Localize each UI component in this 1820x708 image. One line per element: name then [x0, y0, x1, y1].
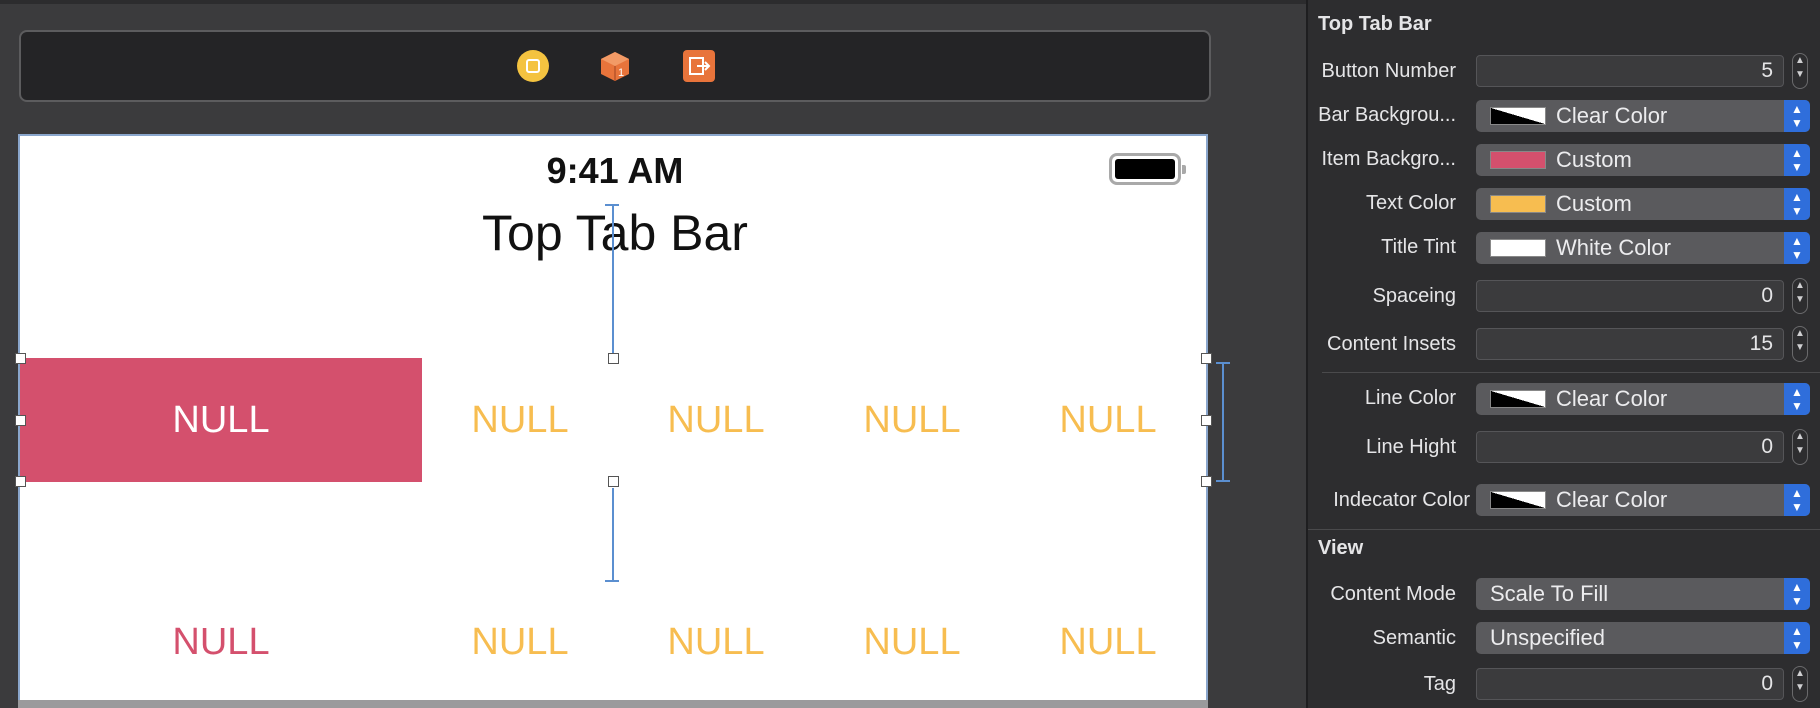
clear-color-swatch-icon [1490, 390, 1546, 408]
tab-item-3[interactable]: NULL [618, 358, 814, 482]
tag-label: Tag [1423, 673, 1456, 695]
resize-handle-tr[interactable] [1201, 353, 1212, 364]
text-color-label: Text Color [1365, 192, 1456, 214]
svg-text:1: 1 [618, 67, 624, 79]
line-color-select[interactable]: Clear Color ▲ ▼ [1476, 383, 1810, 415]
item-background-select[interactable]: Custom ▲ ▼ [1476, 144, 1810, 176]
constraint-bottom[interactable] [612, 488, 614, 582]
section-divider [1308, 529, 1820, 530]
constraint-height[interactable] [1222, 362, 1224, 482]
tab-item-4[interactable]: NULL [814, 358, 1010, 482]
tag-stepper[interactable]: ▲ ▼ [1792, 666, 1808, 702]
battery-icon [1109, 153, 1186, 185]
bar-background-select[interactable]: Clear Color ▲ ▼ [1476, 100, 1810, 132]
resize-handle-mr[interactable] [1201, 415, 1212, 426]
spaceing-stepper[interactable]: ▲ ▼ [1792, 278, 1808, 314]
attributes-inspector: Top Tab Bar Button Number 5 ▲ ▼ Bar Backg… [1306, 0, 1820, 708]
constraint-height-cap-top [1216, 362, 1230, 364]
resize-handle-tl[interactable] [15, 353, 26, 364]
indecator-color-select[interactable]: Clear Color ▲ ▼ [1476, 484, 1810, 516]
bottom-tab-item-3[interactable]: NULL [618, 580, 814, 704]
line-color-label: Line Color [1364, 387, 1456, 409]
button-number-field[interactable]: 5 [1476, 55, 1784, 87]
resize-handle-br[interactable] [1201, 476, 1212, 487]
bottom-tab-item-5[interactable]: NULL [1010, 580, 1206, 704]
resize-handle-bl[interactable] [15, 476, 26, 487]
top-tab-bar[interactable]: NULL NULL NULL NULL NULL [20, 358, 1208, 482]
constraint-top[interactable] [612, 204, 614, 358]
first-responder-icon[interactable]: 1 [599, 50, 631, 82]
button-number-stepper[interactable]: ▲ ▼ [1792, 53, 1808, 89]
bottom-tab-item-2[interactable]: NULL [422, 580, 618, 704]
chevron-updown-icon: ▲ ▼ [1784, 100, 1810, 132]
clear-color-swatch-icon [1490, 491, 1546, 509]
content-insets-stepper[interactable]: ▲ ▼ [1792, 326, 1808, 362]
clear-color-swatch-icon [1490, 107, 1546, 125]
text-color-value: Custom [1556, 191, 1632, 216]
line-hight-field[interactable]: 0 [1476, 431, 1784, 463]
tab-item-1[interactable]: NULL [20, 358, 422, 482]
content-mode-value: Scale To Fill [1490, 581, 1609, 606]
resize-handle-tm[interactable] [608, 353, 619, 364]
bar-background-label: Bar Backgrou... [1318, 104, 1456, 126]
line-hight-stepper[interactable]: ▲ ▼ [1792, 429, 1808, 465]
scene-dock: 1 [19, 30, 1211, 102]
chevron-updown-icon: ▲ ▼ [1784, 144, 1810, 176]
content-mode-select[interactable]: Scale To Fill ▲ ▼ [1476, 578, 1810, 610]
item-background-value: Custom [1556, 147, 1632, 172]
resize-handle-ml[interactable] [15, 415, 26, 426]
divider [1322, 372, 1820, 373]
line-color-value: Clear Color [1556, 386, 1668, 411]
title-tint-select[interactable]: White Color ▲ ▼ [1476, 232, 1810, 264]
semantic-label: Semantic [1372, 627, 1456, 649]
text-color-swatch-icon [1490, 195, 1546, 213]
storyboard-canvas[interactable]: 1 9:41 AM Top Tab Bar NULL NULL NULL NUL… [0, 0, 1306, 708]
status-time: 9:41 AM [546, 150, 684, 191]
chevron-updown-icon: ▲ ▼ [1784, 188, 1810, 220]
indecator-color-value: Clear Color [1556, 487, 1668, 512]
tag-field[interactable]: 0 [1476, 668, 1784, 700]
indecator-color-label: Indecator Color [1333, 489, 1470, 511]
line-hight-label: Line Hight [1365, 436, 1456, 458]
page-title: Top Tab Bar [482, 205, 748, 261]
chevron-updown-icon: ▲ ▼ [1784, 622, 1810, 654]
canvas-bottom-edge [18, 700, 1208, 708]
item-background-label: Item Backgro... [1321, 148, 1457, 170]
chevron-updown-icon: ▲ ▼ [1784, 578, 1810, 610]
view-controller-icon[interactable] [517, 50, 549, 82]
title-tint-value: White Color [1556, 235, 1671, 260]
bottom-tab-bar[interactable]: NULL NULL NULL NULL NULL [20, 580, 1208, 704]
text-color-select[interactable]: Custom ▲ ▼ [1476, 188, 1810, 220]
spaceing-label: Spaceing [1372, 285, 1456, 307]
constraint-top-cap [605, 204, 619, 206]
spaceing-field[interactable]: 0 [1476, 280, 1784, 312]
chevron-updown-icon: ▲ ▼ [1784, 383, 1810, 415]
content-insets-label: Content Insets [1327, 333, 1456, 355]
phone-screen: 9:41 AM Top Tab Bar NULL NULL NULL NULL … [15, 134, 1230, 704]
content-mode-label: Content Mode [1330, 583, 1456, 605]
semantic-value: Unspecified [1490, 625, 1605, 650]
semantic-select[interactable]: Unspecified ▲ ▼ [1476, 622, 1810, 654]
bottom-tab-item-4[interactable]: NULL [814, 580, 1010, 704]
title-tint-label: Title Tint [1381, 236, 1456, 258]
tab-item-5[interactable]: NULL [1010, 358, 1206, 482]
button-number-label: Button Number [1321, 60, 1456, 82]
tab-item-2[interactable]: NULL [422, 358, 618, 482]
content-insets-field[interactable]: 15 [1476, 328, 1784, 360]
bottom-tab-item-1[interactable]: NULL [20, 580, 422, 704]
section-title-top-tab-bar: Top Tab Bar [1318, 13, 1432, 35]
exit-icon[interactable] [683, 50, 715, 82]
resize-handle-bm[interactable] [608, 476, 619, 487]
item-background-swatch-icon [1490, 151, 1546, 169]
chevron-updown-icon: ▲ ▼ [1784, 484, 1810, 516]
bar-background-value: Clear Color [1556, 103, 1668, 128]
canvas-top-edge [0, 0, 1306, 4]
title-tint-swatch-icon [1490, 239, 1546, 257]
section-title-view: View [1318, 537, 1364, 559]
constraint-height-cap-bottom [1216, 480, 1230, 482]
chevron-updown-icon: ▲ ▼ [1784, 232, 1810, 264]
